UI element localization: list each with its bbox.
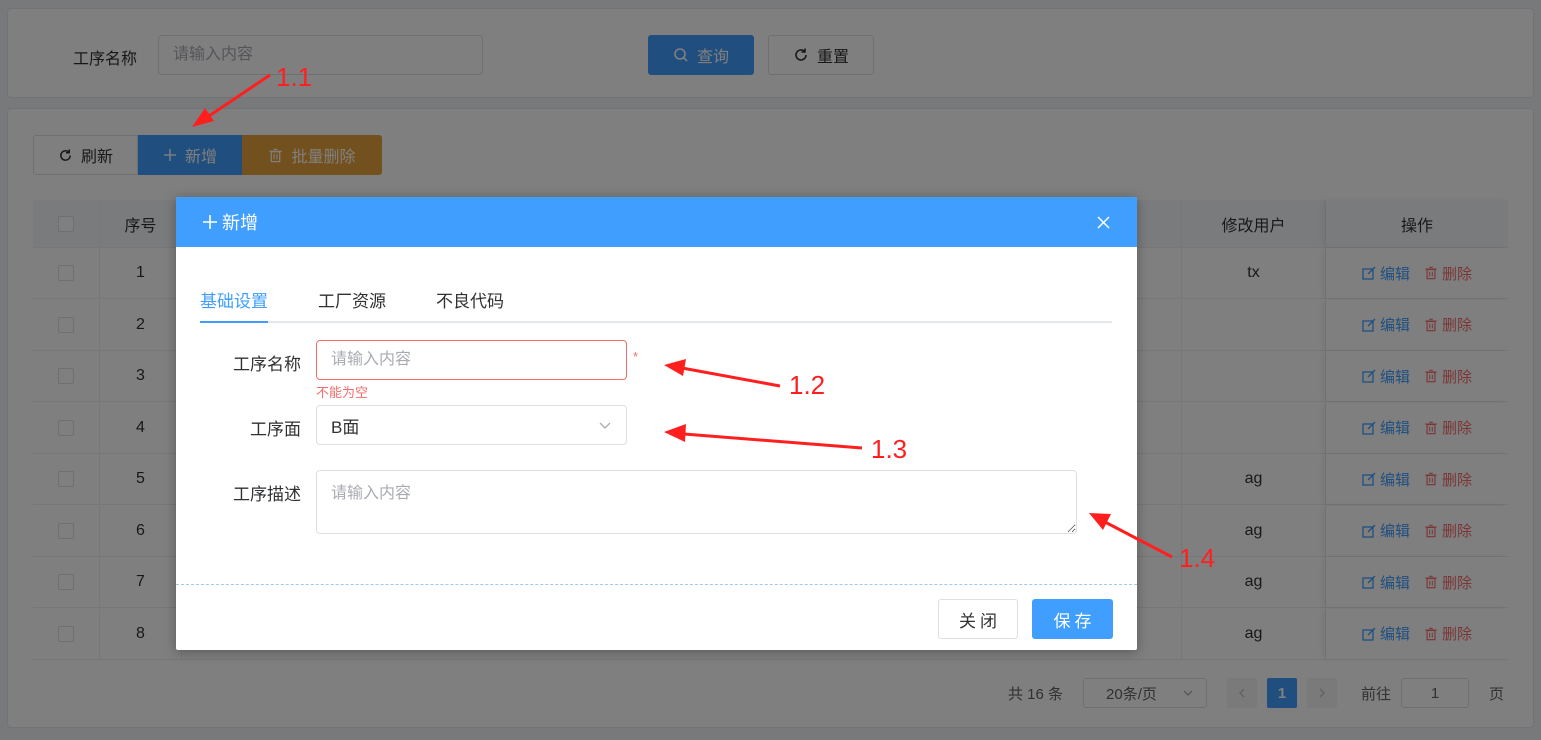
annotation-label: 1.2	[789, 370, 826, 400]
annotation-label: 1.3	[871, 434, 908, 464]
annotation-label: 1.1	[276, 62, 313, 92]
plus-icon	[203, 215, 217, 229]
tab-factory-resources[interactable]: 工厂资源	[318, 279, 386, 321]
dialog-tabs: 基础设置 工厂资源 不良代码	[200, 279, 1112, 323]
name-field[interactable]	[316, 340, 627, 380]
tab-basic-settings[interactable]: 基础设置	[200, 279, 268, 323]
dialog-close-button[interactable]	[1093, 212, 1113, 232]
tab-defect-codes[interactable]: 不良代码	[436, 279, 504, 321]
save-button[interactable]: 保存	[1032, 599, 1113, 639]
side-field-label: 工序面	[250, 420, 301, 439]
side-select-value: B面	[331, 417, 360, 437]
dialog-divider	[176, 584, 1137, 585]
desc-field-label: 工序描述	[233, 485, 301, 504]
desc-field[interactable]	[316, 470, 1077, 534]
name-field-error: 不能为空	[316, 385, 369, 400]
close-icon	[1096, 215, 1110, 229]
add-dialog: 新增 基础设置 工厂资源 不良代码 工序名称 * 不能为空 工序面 B面 工序描…	[176, 197, 1137, 650]
name-field-label: 工序名称	[233, 355, 301, 374]
close-button[interactable]: 关闭	[938, 599, 1018, 639]
required-mark: *	[633, 349, 639, 364]
chevron-down-icon	[599, 422, 611, 429]
annotation-label: 1.4	[1179, 543, 1216, 573]
dialog-title: 新增	[222, 213, 258, 233]
dialog-header: 新增	[176, 197, 1137, 247]
side-select[interactable]: B面	[316, 405, 627, 445]
